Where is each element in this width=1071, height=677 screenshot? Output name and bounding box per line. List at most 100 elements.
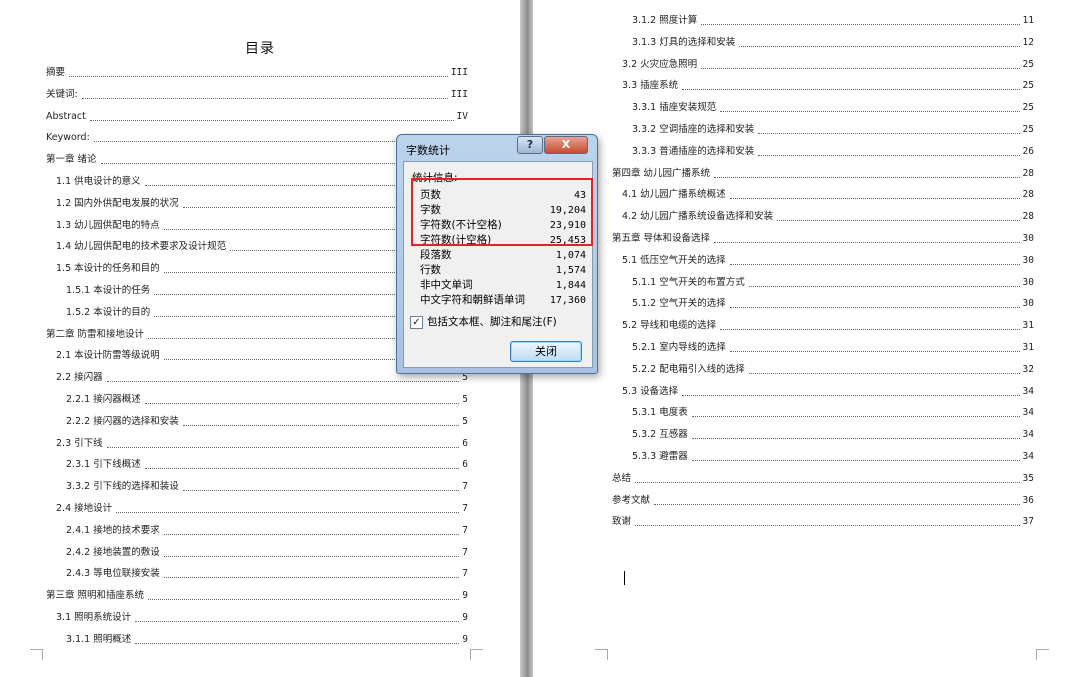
document-page-right[interactable]: 3.1.2 照度计算 11 3.1.3 灯具的选择和安装 12 3.2 火灾应急照明 25… [533, 0, 1071, 677]
toc-entry[interactable]: 2.4.2 接地装置的敷设 7 [66, 546, 468, 560]
toc-leader-dots [758, 133, 1020, 134]
toc-entry[interactable]: 5.3.3 避雷器 34 [632, 450, 1034, 464]
toc-entry[interactable]: Abstract IV [46, 110, 468, 124]
toc-entry-text: 1.3 幼儿园供配电的特点 [56, 219, 160, 231]
close-button[interactable]: 关闭 [510, 341, 582, 362]
toc-entry-page: 6 [462, 437, 468, 449]
toc-entry-page: 35 [1022, 472, 1034, 484]
close-icon[interactable]: X [544, 136, 588, 154]
toc-entry-text: 1.1 供电设计的意义 [56, 176, 141, 187]
toc-entry-page: 28 [1022, 189, 1034, 201]
toc-entry-text: 2.3 引下线 [56, 437, 103, 449]
toc-entry-text: 2.4.1 接地的技术要求 [66, 524, 160, 536]
toc-entry[interactable]: 5.2.2 配电箱引入线的选择 32 [632, 363, 1034, 377]
toc-leader-dots [701, 67, 1020, 69]
statistic-value: 1,574 [555, 265, 586, 276]
statistic-value: 17,360 [549, 295, 586, 306]
include-textboxes-checkbox[interactable]: ✓ [410, 316, 423, 329]
toc-entry-page: 7 [462, 568, 468, 580]
toc-entry-page: 34 [1022, 385, 1034, 397]
toc-entry[interactable]: 5.1 低压空气开关的选择 30 [622, 254, 1034, 268]
toc-entry-text: 3.3 插座系统 [622, 80, 679, 92]
toc-leader-dots [748, 372, 1020, 374]
toc-leader-dots [182, 424, 460, 426]
toc-entry-text: 5.1.1 空气开关的布置方式 [632, 276, 745, 288]
page-corner-mark [470, 649, 483, 660]
statistic-label: 行数 [420, 264, 441, 276]
toc-entry[interactable]: 3.1.3 灯具的选择和安装 12 [632, 36, 1034, 50]
toc-entry[interactable]: 第五章 导体和设备选择 30 [612, 232, 1034, 246]
toc-entry-text: 参考文献 [612, 494, 651, 506]
toc-entry[interactable]: 第三章 照明和插座系统 9 [46, 589, 468, 603]
toc-entry-text: 1.4 幼儿园供配电的技术要求及设计规范 [56, 241, 227, 253]
toc-entry[interactable]: 3.1.1 照明概述 9 [66, 633, 468, 647]
word-count-dialog: 字数统计 ? X 统计信息: 页数 43 字数 19,204 字符数(不计空格) 23,9… [396, 134, 598, 374]
toc-entry-text: 第二章 防雷和接地设计 [46, 328, 145, 340]
help-button[interactable]: ? [517, 136, 543, 154]
toc-entry-text: 1.2 国内外供配电发展的状况 [56, 197, 179, 209]
toc-entry-text: 5.3.3 避雷器 [632, 451, 688, 462]
toc-entry[interactable]: 2.2.2 接闪器的选择和安装 5 [66, 415, 468, 429]
toc-entry[interactable]: 第四章 幼儿园广播系统 28 [612, 167, 1034, 181]
toc-leader-dots [682, 394, 1020, 396]
toc-leader-dots [182, 490, 460, 492]
toc-entry[interactable]: 关键词: III [46, 88, 468, 102]
toc-entry[interactable]: 5.1.2 空气开关的选择 30 [632, 297, 1034, 311]
toc-entry[interactable]: 参考文献 36 [612, 494, 1034, 508]
toc-entry[interactable]: 致谢 37 [612, 515, 1034, 529]
toc-entry-text: 第五章 导体和设备选择 [612, 233, 711, 244]
toc-entry[interactable]: 5.3.1 电度表 34 [632, 406, 1034, 420]
statistic-label: 段落数 [420, 249, 452, 261]
toc-entry[interactable]: 3.3.3 普通插座的选择和安装 26 [632, 145, 1034, 159]
toc-leader-dots [163, 555, 460, 557]
toc-entry[interactable]: 4.1 幼儿园广播系统概述 28 [622, 188, 1034, 202]
toc-entry[interactable]: 2.2.1 接闪器概述 5 [66, 393, 468, 407]
toc-entry[interactable]: 3.3.1 插座安装规范 25 [632, 101, 1034, 115]
toc-entry[interactable]: 2.3.1 引下线概述 6 [66, 458, 468, 472]
toc-entry-page: 7 [462, 524, 468, 536]
toc-entry-page: 5 [462, 394, 468, 405]
toc-entry[interactable]: 4.2 幼儿园广播系统设备选择和安装 28 [622, 210, 1034, 224]
toc-entry[interactable]: 5.2.1 室内导线的选择 31 [632, 341, 1034, 355]
toc-entry[interactable]: 2.4.1 接地的技术要求 7 [66, 524, 468, 538]
statistic-value: 1,074 [555, 250, 586, 261]
toc-entry-page: 5 [462, 415, 468, 427]
toc-entry[interactable]: 2.3 引下线 6 [56, 437, 468, 451]
toc-entry-text: 2.2 接闪器 [56, 372, 103, 384]
toc-entry[interactable]: 摘要 III [46, 66, 468, 80]
toc-entry[interactable]: 2.4.3 等电位联接安装 7 [66, 567, 468, 581]
toc-leader-dots [654, 503, 1020, 505]
toc-entry-page: 7 [462, 503, 468, 514]
toc-leader-dots [720, 111, 1020, 113]
toc-entry-text: 3.1.3 灯具的选择和安装 [632, 36, 736, 48]
toc-entry-page: 36 [1022, 494, 1034, 506]
toc-entry[interactable]: 3.3.2 空调插座的选择和安装 25 [632, 123, 1034, 137]
dialog-title: 字数统计 [406, 144, 450, 157]
toc-entry-page: III [450, 88, 468, 100]
toc-entry[interactable]: 2.4 接地设计 7 [56, 502, 468, 516]
toc-entry-text: Keyword: [46, 132, 90, 144]
statistic-label: 中文字符和朝鲜语单词 [420, 294, 525, 306]
toc-entry-text: 3.3.1 插座安装规范 [632, 102, 717, 114]
toc-entry-text: 2.4.2 接地装置的敷设 [66, 546, 160, 558]
toc-entry[interactable]: 5.3.2 互感器 34 [632, 428, 1034, 442]
toc-entry[interactable]: 总结 35 [612, 472, 1034, 486]
toc-entry[interactable]: 5.2 导线和电缆的选择 31 [622, 319, 1034, 333]
toc-entry[interactable]: 3.3.2 引下线的选择和装设 7 [66, 480, 468, 494]
toc-entry[interactable]: 3.1 照明系统设计 9 [56, 611, 468, 625]
toc-entry-text: 1.5.2 本设计的目的 [66, 306, 151, 318]
toc-entry[interactable]: 5.1.1 空气开关的布置方式 30 [632, 276, 1034, 290]
toc-leader-dots [729, 263, 1020, 265]
toc-entry[interactable]: 3.2 火灾应急照明 25 [622, 58, 1034, 72]
statistic-label: 非中文单词 [420, 279, 473, 291]
text-cursor [624, 571, 625, 585]
toc-leader-dots [163, 533, 460, 535]
toc-entry-text: 5.3 设备选择 [622, 385, 679, 397]
toc-entry[interactable]: 5.3 设备选择 34 [622, 385, 1034, 399]
toc-entry-page: 37 [1022, 516, 1034, 528]
toc-entry-text: 5.3.1 电度表 [632, 407, 688, 419]
toc-entry[interactable]: 3.1.2 照度计算 11 [632, 14, 1034, 28]
toc-leader-dots [739, 45, 1020, 47]
include-textboxes-label[interactable]: 包括文本框、脚注和尾注(F) [427, 315, 557, 329]
toc-entry[interactable]: 3.3 插座系统 25 [622, 79, 1034, 93]
